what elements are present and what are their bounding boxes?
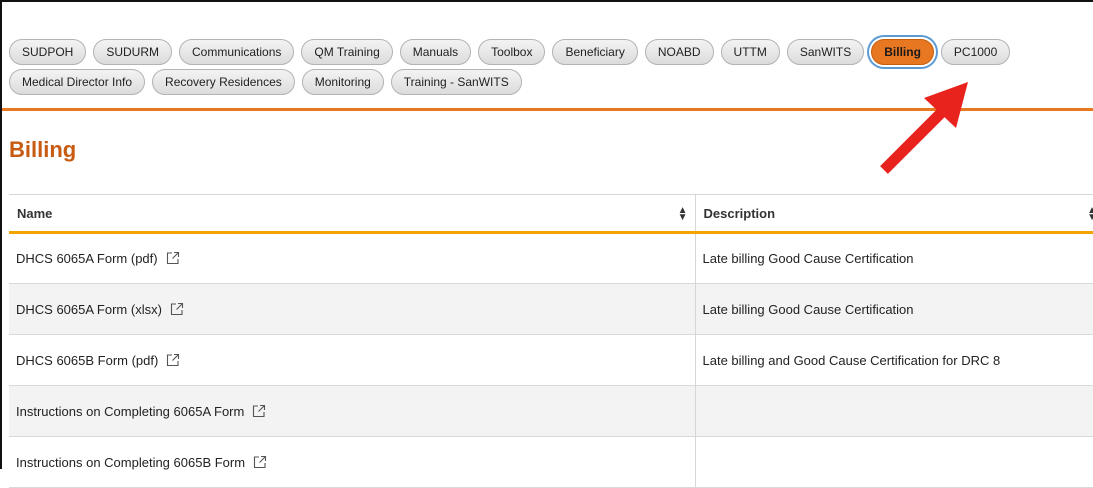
- tab-sudurm[interactable]: SUDURM: [93, 39, 173, 65]
- external-link-icon[interactable]: [252, 404, 266, 418]
- column-header-name-label: Name: [17, 205, 53, 221]
- external-link-icon[interactable]: [253, 455, 267, 469]
- column-header-name[interactable]: Name ▲ ▼: [9, 194, 696, 233]
- sort-icon[interactable]: ▲ ▼: [678, 206, 688, 223]
- tab-uttm[interactable]: UTTM: [720, 39, 780, 65]
- table-row: DHCS 6065B Form (pdf) Late billing and G…: [9, 334, 1093, 386]
- column-header-description-label: Description: [703, 205, 776, 221]
- tab-qm-training[interactable]: QM Training: [301, 39, 393, 65]
- tab-sudpoh[interactable]: SUDPOH: [9, 39, 87, 65]
- row-name-cell: DHCS 6065A Form (pdf): [9, 232, 696, 284]
- column-header-description[interactable]: Description ▲ ▼: [695, 195, 1093, 233]
- document-link[interactable]: DHCS 6065A Form (xlsx): [16, 302, 162, 317]
- row-description-cell: Late billing Good Cause Certification: [702, 301, 914, 317]
- tab-training-sanwits[interactable]: Training - SanWITS: [390, 69, 522, 95]
- tab-row-1: SUDPOH SUDURM Communications QM Training…: [9, 39, 1093, 65]
- row-description-cell: Late billing Good Cause Certification: [702, 251, 914, 266]
- document-link[interactable]: DHCS 6065B Form (pdf): [16, 353, 158, 368]
- table-row: DHCS 6065A Form (xlsx) Late billing Good…: [9, 283, 1093, 335]
- tab-communications[interactable]: Communications: [179, 39, 295, 65]
- tab-toolbox[interactable]: Toolbox: [478, 39, 546, 65]
- document-link[interactable]: Instructions on Completing 6065B Form: [16, 455, 245, 470]
- external-link-icon[interactable]: [166, 251, 180, 265]
- tab-sanwits[interactable]: SanWITS: [786, 39, 865, 65]
- external-link-icon[interactable]: [170, 302, 184, 316]
- row-name-cell: DHCS 6065B Form (pdf): [9, 334, 696, 386]
- row-name-cell: Instructions on Completing 6065B Form: [9, 436, 696, 488]
- tab-recovery-residences[interactable]: Recovery Residences: [152, 69, 295, 95]
- page-title: Billing: [9, 137, 77, 162]
- document-link[interactable]: DHCS 6065A Form (pdf): [16, 251, 158, 266]
- table-row: DHCS 6065A Form (pdf) Late billing Good …: [9, 232, 1093, 284]
- row-description-cell: [695, 437, 1093, 488]
- external-link-icon[interactable]: [166, 353, 180, 367]
- table-header-row: Name ▲ ▼ Description ▲ ▼: [9, 194, 1093, 233]
- table-row: Instructions on Completing 6065B Form: [9, 436, 1093, 488]
- row-name-cell: Instructions on Completing 6065A Form: [9, 385, 696, 437]
- tab-noabd[interactable]: NOABD: [644, 39, 714, 65]
- tab-billing[interactable]: Billing: [871, 39, 934, 65]
- document-link[interactable]: Instructions on Completing 6065A Form: [16, 404, 244, 419]
- row-description-cell: Late billing and Good Cause Certificatio…: [702, 352, 1001, 368]
- tab-pc1000[interactable]: PC1000: [940, 39, 1011, 65]
- sort-icon[interactable]: ▲ ▼: [1087, 206, 1093, 223]
- row-description-cell: [695, 386, 1093, 437]
- table-row: Instructions on Completing 6065A Form: [9, 385, 1093, 437]
- tab-beneficiary[interactable]: Beneficiary: [552, 39, 638, 65]
- documents-table: Name ▲ ▼ Description ▲ ▼ DHCS 6065A Form (…: [9, 194, 1093, 488]
- tab-medical-director-info[interactable]: Medical Director Info: [9, 69, 146, 95]
- tab-manuals[interactable]: Manuals: [399, 39, 472, 65]
- row-name-cell: DHCS 6065A Form (xlsx): [9, 283, 696, 335]
- red-arrow: [880, 82, 968, 174]
- tab-monitoring[interactable]: Monitoring: [301, 69, 384, 95]
